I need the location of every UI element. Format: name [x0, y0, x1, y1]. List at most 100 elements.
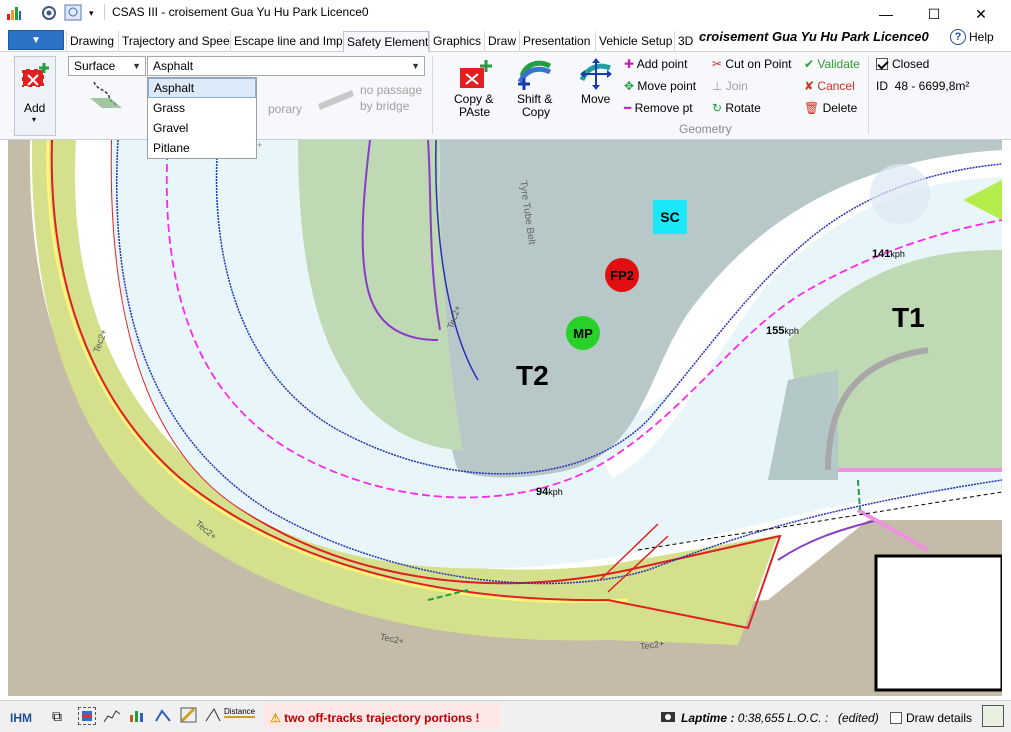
warning-message: ⚠ two off-tracks trajectory portions !: [270, 711, 479, 725]
material-combo-arrow-icon: ▼: [411, 61, 420, 71]
app-menu-button[interactable]: ▼: [8, 30, 64, 50]
close-button[interactable]: ✕: [961, 2, 1001, 26]
material-combo[interactable]: Asphalt ▼: [147, 56, 425, 76]
document-title: croisement Gua Yu Hu Park Licence0: [699, 29, 929, 44]
warning-icon: ⚠: [270, 711, 281, 725]
tab-escape-line[interactable]: Escape line and Imp: [230, 31, 343, 52]
by-bridge-label[interactable]: by bridge: [360, 99, 409, 113]
option-pitlane[interactable]: Pitlane: [148, 138, 256, 158]
option-grass[interactable]: Grass: [148, 98, 256, 118]
option-gravel[interactable]: Gravel: [148, 118, 256, 138]
app-logo-icon: [6, 4, 22, 22]
closed-checkbox[interactable]: Closed: [876, 57, 929, 71]
camera-icon[interactable]: [660, 709, 676, 726]
tab-safety-element[interactable]: Safety Element: [343, 31, 429, 52]
cancel-button[interactable]: ✘ Cancel: [804, 79, 855, 93]
fp2-marker[interactable]: FP2: [605, 258, 639, 292]
element-id: ID 48 - 6699,8m²: [876, 79, 969, 93]
surface-combo-arrow-icon: ▼: [132, 61, 141, 71]
add-button[interactable]: Add ▾: [14, 56, 56, 136]
help-icon: ?: [950, 29, 966, 45]
tab-graphics[interactable]: Graphics: [429, 31, 484, 52]
shift-copy-label-2[interactable]: Copy: [522, 105, 550, 119]
surface-combo[interactable]: Surface ▼: [68, 56, 146, 76]
maximize-button[interactable]: ☐: [914, 2, 954, 26]
copy-paste-icon[interactable]: [458, 58, 494, 92]
move-icon[interactable]: [578, 56, 614, 92]
tab-presentation[interactable]: Presentation: [519, 31, 595, 52]
ihm-label[interactable]: IHM: [10, 711, 32, 725]
delete-button[interactable]: 🗑 Delete: [804, 101, 857, 115]
tab-trajectory[interactable]: Trajectory and Spee: [118, 31, 230, 52]
help-label: Help: [969, 30, 994, 44]
speed-155-unit: kph: [784, 326, 799, 336]
edited-label: (edited): [838, 711, 879, 725]
grid-toggle-icon[interactable]: [982, 705, 1004, 727]
chart-icon[interactable]: [103, 707, 121, 726]
closed-check-icon: [876, 58, 888, 70]
tab-draw[interactable]: Draw: [484, 31, 519, 52]
track-canvas[interactable]: SC FP2 MP T2 T1 141kph 155kph 94kph Tyre…: [8, 140, 1002, 696]
tab-3d[interactable]: 3D: [674, 31, 698, 52]
join-button[interactable]: ⊥ Join: [712, 79, 748, 93]
shift-copy-label-1[interactable]: Shift &: [517, 92, 552, 106]
status-bar: IHM ⧉ Distance ⚠ two off-tracks trajecto…: [0, 700, 1011, 732]
rotate-button[interactable]: ↻ Rotate: [712, 101, 761, 115]
geometry-group-label: Geometry: [679, 122, 732, 136]
speed-94-unit: kph: [548, 487, 563, 497]
join-icon: ⊥: [712, 79, 723, 93]
add-point-button[interactable]: ✚ Add point: [624, 57, 687, 71]
settings-gear-icon[interactable]: [40, 4, 58, 22]
rotate-icon: ↻: [712, 101, 723, 115]
material-dropdown-list: Asphalt Grass Gravel Pitlane: [147, 77, 257, 159]
move-point-label: Move point: [637, 79, 697, 93]
validate-button[interactable]: ✔ Validate: [804, 57, 860, 71]
rotate-label: Rotate: [725, 101, 761, 115]
edit-track-icon[interactable]: [180, 707, 198, 726]
remove-pt-label: Remove pt: [634, 101, 693, 115]
quick-access-icon[interactable]: [64, 4, 84, 22]
remove-pt-button[interactable]: ━ Remove pt: [624, 101, 693, 115]
map-view-icon[interactable]: ⧉: [52, 708, 62, 725]
distance-icon[interactable]: Distance: [224, 707, 256, 718]
title-bar: ▾ CSAS III - croisement Gua Yu Hu Park L…: [0, 0, 1011, 28]
bridge-icon: [318, 90, 354, 110]
speed-label-155: 155kph: [766, 325, 799, 337]
help-button[interactable]: ? Help: [950, 29, 994, 45]
speed-155-value: 155: [766, 325, 785, 337]
remove-pt-icon: ━: [624, 101, 632, 115]
minimize-button[interactable]: —: [866, 2, 906, 26]
t1-label: T1: [892, 302, 925, 333]
cube-view-icon[interactable]: [78, 707, 96, 725]
sc-marker[interactable]: SC: [653, 200, 687, 234]
shift-copy-icon[interactable]: [516, 56, 552, 92]
cut-on-point-button[interactable]: ✂ Cut on Point: [712, 57, 791, 71]
move-label[interactable]: Move: [581, 92, 610, 106]
validate-label: Validate: [817, 57, 860, 71]
option-asphalt[interactable]: Asphalt: [148, 78, 256, 98]
move-point-icon: ✥: [624, 79, 635, 93]
no-passage-label[interactable]: no passage: [360, 83, 422, 97]
id-prefix: ID: [876, 79, 888, 93]
tab-drawing[interactable]: Drawing: [66, 31, 118, 52]
draw-details-label: Draw details: [906, 711, 973, 725]
tab-vehicle-setup[interactable]: Vehicle Setup: [595, 31, 674, 52]
title-divider: [104, 4, 105, 20]
line-plot-icon[interactable]: [154, 707, 172, 726]
draw-details-checkbox[interactable]: Draw details: [890, 711, 972, 725]
copy-paste-label-2[interactable]: PAste: [459, 105, 490, 119]
bar-chart-icon[interactable]: [128, 707, 146, 726]
cancel-x-icon: ✘: [804, 79, 815, 93]
cut-on-point-label: Cut on Point: [725, 57, 792, 71]
join-label: Join: [725, 79, 748, 93]
quick-access-dropdown-icon[interactable]: ▾: [89, 4, 94, 22]
ribbon-separator-2: [868, 56, 869, 134]
add-dropdown-icon: ▾: [32, 115, 37, 124]
ruler-icon[interactable]: [204, 707, 222, 726]
mp-marker[interactable]: MP: [566, 316, 600, 350]
t2-label: T2: [516, 360, 549, 391]
surface-shape-icon[interactable]: [88, 78, 128, 110]
copy-paste-label-1[interactable]: Copy &: [454, 92, 493, 106]
move-point-button[interactable]: ✥ Move point: [624, 79, 696, 93]
track-map[interactable]: [8, 140, 1002, 696]
